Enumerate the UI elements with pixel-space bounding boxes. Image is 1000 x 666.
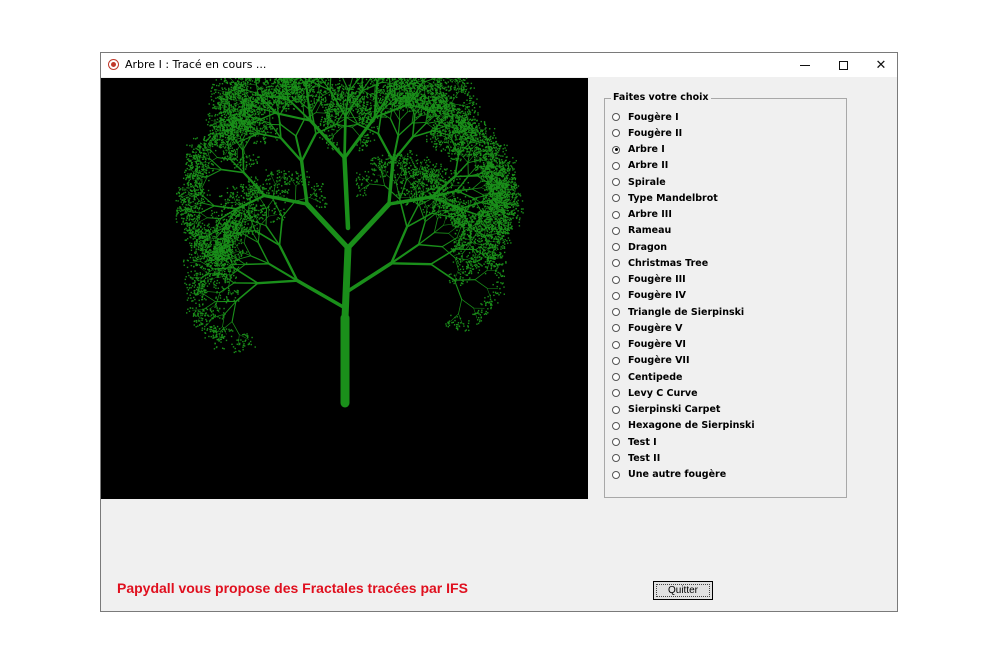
radio-option[interactable]: Fougère IV	[612, 288, 755, 304]
radio-label: Fougère II	[628, 127, 683, 139]
radio-option[interactable]: Fougère VII	[612, 353, 755, 369]
radio-option[interactable]: Fougère VI	[612, 337, 755, 353]
radio-option[interactable]: Fougère V	[612, 320, 755, 336]
radio-option[interactable]: Dragon	[612, 239, 755, 255]
radio-button-icon[interactable]	[612, 308, 620, 317]
maximize-icon	[838, 60, 848, 70]
radio-button-icon[interactable]	[612, 421, 620, 430]
radio-label: Fougère VII	[628, 355, 690, 367]
radio-button-icon[interactable]	[612, 373, 620, 382]
radio-button-icon[interactable]	[612, 113, 620, 122]
radio-label: Levy C Curve	[628, 387, 698, 399]
radio-button-icon[interactable]	[612, 178, 620, 187]
radio-label: Dragon	[628, 241, 668, 253]
radio-option[interactable]: Type Mandelbrot	[612, 190, 755, 206]
radio-label: Centipede	[628, 371, 683, 383]
radio-option[interactable]: Spirale	[612, 174, 755, 190]
radio-button-icon[interactable]	[612, 405, 620, 414]
radio-option[interactable]: Hexagone de Sierpinski	[612, 418, 755, 434]
radio-button-icon[interactable]	[612, 340, 620, 349]
radio-button-icon[interactable]	[612, 275, 620, 284]
radio-option[interactable]: Sierpinski Carpet	[612, 402, 755, 418]
maximize-button[interactable]	[825, 53, 861, 77]
minimize-button[interactable]	[787, 53, 823, 77]
radio-option[interactable]: Arbre III	[612, 207, 755, 223]
radio-label: Arbre I	[628, 144, 665, 156]
radio-label: Arbre III	[628, 209, 672, 221]
radio-button-icon[interactable]	[612, 145, 620, 154]
fractal-radio-list: Fougère I Fougère II Arbre I Arbre II Spiral…	[612, 109, 755, 483]
radio-button-icon[interactable]	[612, 161, 620, 170]
app-icon	[108, 59, 119, 70]
radio-button-icon[interactable]	[612, 129, 620, 138]
radio-option[interactable]: Une autre fougère	[612, 467, 755, 483]
radio-button-icon[interactable]	[612, 226, 620, 235]
window-title: Arbre I : Tracé en cours ...	[125, 58, 267, 71]
radio-option[interactable]: Fougère II	[612, 125, 755, 141]
radio-label: Christmas Tree	[628, 257, 709, 269]
radio-button-icon[interactable]	[612, 438, 620, 447]
radio-option[interactable]: Centipede	[612, 369, 755, 385]
radio-label: Spirale	[628, 176, 666, 188]
radio-option[interactable]: Arbre I	[612, 142, 755, 158]
radio-button-icon[interactable]	[612, 259, 620, 268]
radio-label: Hexagone de Sierpinski	[628, 420, 755, 432]
radio-label: Fougère VI	[628, 339, 686, 351]
radio-option[interactable]: Fougère III	[612, 272, 755, 288]
radio-label: Fougère I	[628, 111, 679, 123]
radio-option[interactable]: Christmas Tree	[612, 255, 755, 271]
radio-button-icon[interactable]	[612, 470, 620, 479]
radio-button-icon[interactable]	[612, 210, 620, 219]
close-icon: ✕	[875, 57, 887, 73]
radio-label: Fougère IV	[628, 290, 686, 302]
radio-button-icon[interactable]	[612, 291, 620, 300]
radio-button-icon[interactable]	[612, 243, 620, 252]
radio-button-icon[interactable]	[612, 454, 620, 463]
minimize-icon	[800, 64, 810, 66]
radio-label: Une autre fougère	[628, 469, 727, 481]
fractal-canvas	[101, 78, 588, 499]
radio-option[interactable]: Rameau	[612, 223, 755, 239]
radio-option[interactable]: Levy C Curve	[612, 385, 755, 401]
radio-label: Arbre II	[628, 160, 669, 172]
app-window: Arbre I : Tracé en cours ... ✕ Faites vo…	[100, 52, 898, 612]
radio-label: Test II	[628, 452, 661, 464]
choice-groupbox: Faites votre choix Fougère I Fougère II Ar…	[604, 92, 847, 498]
radio-label: Sierpinski Carpet	[628, 404, 721, 416]
radio-option[interactable]: Test I	[612, 434, 755, 450]
radio-option[interactable]: Triangle de Sierpinski	[612, 304, 755, 320]
close-button[interactable]: ✕	[863, 53, 899, 77]
radio-button-icon[interactable]	[612, 356, 620, 365]
footer-message: Papydall vous propose des Fractales trac…	[117, 580, 468, 596]
quit-button[interactable]: Quitter	[653, 581, 713, 600]
radio-option[interactable]: Fougère I	[612, 109, 755, 125]
radio-option[interactable]: Arbre II	[612, 158, 755, 174]
title-bar[interactable]: Arbre I : Tracé en cours ... ✕	[101, 53, 897, 77]
fractal-tree-drawing	[175, 78, 524, 408]
radio-label: Fougère V	[628, 322, 683, 334]
radio-button-icon[interactable]	[612, 324, 620, 333]
radio-button-icon[interactable]	[612, 389, 620, 398]
radio-label: Test I	[628, 436, 657, 448]
radio-label: Triangle de Sierpinski	[628, 306, 745, 318]
radio-option[interactable]: Test II	[612, 450, 755, 466]
radio-label: Type Mandelbrot	[628, 192, 718, 204]
radio-label: Fougère III	[628, 274, 686, 286]
choice-legend: Faites votre choix	[611, 92, 711, 104]
radio-button-icon[interactable]	[612, 194, 620, 203]
radio-label: Rameau	[628, 225, 672, 237]
